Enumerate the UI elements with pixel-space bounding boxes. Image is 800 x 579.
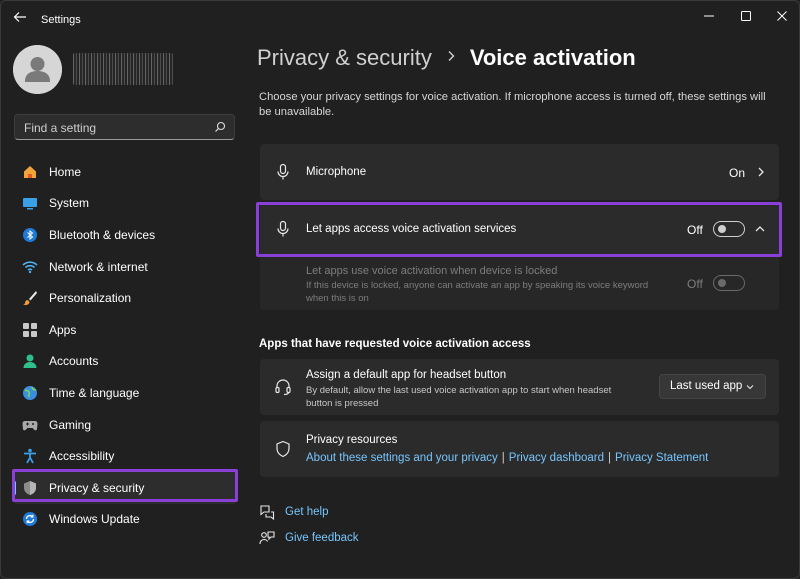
let-apps-access-title: Let apps access voice activation service…	[306, 223, 517, 235]
dropdown-value: Last used app	[670, 380, 743, 392]
gaming-icon	[21, 416, 39, 434]
sidebar-item-label: Accessibility	[49, 449, 115, 464]
let-apps-access-card[interactable]: Let apps access voice activation service…	[260, 203, 779, 256]
bluetooth-icon	[21, 226, 39, 244]
search-placeholder: Find a setting	[24, 121, 97, 135]
close-icon	[777, 11, 787, 21]
help-icon	[260, 505, 275, 520]
app-title: Settings	[41, 14, 81, 26]
accessibility-icon	[21, 447, 39, 465]
toggle-knob	[718, 225, 726, 233]
locked-device-card: Let apps use voice activation when devic…	[260, 257, 779, 310]
globe-icon	[21, 384, 39, 402]
microphone-state: On	[729, 166, 746, 180]
shield-outline-icon	[276, 440, 290, 458]
chevron-up-icon[interactable]	[754, 223, 766, 235]
breadcrumb-parent[interactable]: Privacy & security	[257, 45, 432, 71]
chevron-right-icon	[446, 49, 456, 67]
maximize-icon	[741, 11, 751, 21]
sidebar-item-label: Personalization	[49, 291, 132, 306]
chevron-right-icon	[758, 167, 764, 177]
locked-device-toggle	[713, 275, 745, 291]
privacy-dashboard-link[interactable]: Privacy dashboard	[509, 452, 604, 464]
get-help-row[interactable]: Get help	[259, 504, 328, 520]
microphone-icon	[277, 163, 289, 180]
minimize-button[interactable]	[691, 5, 727, 27]
home-icon	[21, 163, 39, 181]
avatar[interactable]	[13, 45, 62, 94]
brush-icon	[21, 289, 39, 307]
headset-subtitle: By default, allow the last used voice ac…	[306, 385, 612, 409]
headset-icon	[275, 379, 291, 396]
sidebar-item-label: Network & internet	[49, 259, 148, 274]
system-icon	[21, 194, 39, 212]
locked-device-state: Off	[687, 277, 703, 291]
link-separator: |	[608, 452, 612, 464]
sidebar-item-label: Time & language	[49, 385, 140, 400]
privacy-links: About these settings and your privacy | …	[306, 452, 708, 464]
sidebar-item-label: Bluetooth & devices	[49, 227, 156, 242]
privacy-statement-link[interactable]: Privacy Statement	[615, 452, 708, 464]
maximize-button[interactable]	[728, 5, 764, 27]
sidebar-item-time-language[interactable]: Time & language	[13, 377, 237, 409]
update-icon	[21, 510, 39, 528]
accounts-icon	[21, 352, 39, 370]
sidebar-item-accounts[interactable]: Accounts	[13, 346, 237, 378]
sidebar-item-privacy-security[interactable]: Privacy & security	[13, 471, 237, 504]
user-icon	[13, 45, 62, 94]
give-feedback-row[interactable]: Give feedback	[259, 530, 359, 546]
locked-device-title: Let apps use voice activation when devic…	[306, 265, 558, 277]
sidebar-item-label: Privacy & security	[49, 480, 145, 495]
sidebar-item-label: Gaming	[49, 417, 92, 432]
feedback-icon	[259, 531, 275, 545]
sidebar-item-accessibility[interactable]: Accessibility	[13, 440, 237, 472]
minimize-icon	[704, 15, 714, 17]
apps-icon	[21, 321, 39, 339]
sidebar-item-network[interactable]: Network & internet	[13, 251, 237, 283]
search-icon	[215, 121, 226, 132]
privacy-resources-card: Privacy resources	[260, 421, 779, 477]
breadcrumb: Privacy & security Voice activation	[257, 45, 636, 71]
sidebar-nav: Home System Bluetooth & devices Network …	[13, 156, 237, 535]
sidebar-item-gaming[interactable]: Gaming	[13, 409, 237, 441]
close-button[interactable]	[764, 5, 799, 27]
search-input[interactable]: Find a setting	[14, 114, 235, 140]
page-description: Choose your privacy settings for voice a…	[259, 91, 766, 118]
sidebar-item-home[interactable]: Home	[13, 156, 237, 188]
microphone-title: Microphone	[306, 166, 367, 178]
sidebar-item-bluetooth[interactable]: Bluetooth & devices	[13, 219, 237, 251]
sidebar-item-system[interactable]: System	[13, 188, 237, 220]
privacy-resources-title: Privacy resources	[306, 434, 398, 446]
sidebar-item-windows-update[interactable]: Windows Update	[13, 504, 237, 536]
section-title: Apps that have requested voice activatio…	[259, 338, 531, 350]
sidebar-item-personalization[interactable]: Personalization	[13, 282, 237, 314]
username-redacted	[73, 53, 173, 85]
give-feedback-link[interactable]: Give feedback	[285, 532, 359, 544]
locked-device-subtitle: If this device is locked, anyone can act…	[306, 280, 649, 304]
shield-icon	[21, 479, 39, 497]
sidebar-item-label: Home	[49, 164, 82, 179]
headset-app-dropdown[interactable]: Last used app	[659, 374, 766, 399]
settings-window: Settings Find a setting Home System Blue…	[0, 0, 800, 579]
sidebar-item-label: Windows Update	[49, 512, 140, 527]
about-settings-link[interactable]: About these settings and your privacy	[306, 452, 498, 464]
toggle-knob	[718, 279, 726, 287]
title-bar: Settings	[1, 1, 799, 37]
sidebar-item-label: System	[49, 196, 90, 211]
network-icon	[21, 258, 39, 276]
page-title: Voice activation	[469, 45, 636, 70]
chevron-down-icon	[746, 385, 754, 390]
microphone-card[interactable]: Microphone On	[260, 144, 779, 200]
microphone-icon	[277, 220, 289, 237]
back-arrow-icon[interactable]	[11, 10, 29, 28]
sidebar-item-label: Accounts	[49, 354, 99, 369]
let-apps-access-toggle[interactable]	[713, 221, 745, 237]
headset-title: Assign a default app for headset button	[306, 369, 507, 381]
get-help-link[interactable]: Get help	[285, 506, 328, 518]
sidebar-item-apps[interactable]: Apps	[13, 314, 237, 346]
sidebar-item-label: Apps	[49, 322, 77, 337]
link-separator: |	[501, 452, 505, 464]
let-apps-access-state: Off	[687, 223, 703, 237]
